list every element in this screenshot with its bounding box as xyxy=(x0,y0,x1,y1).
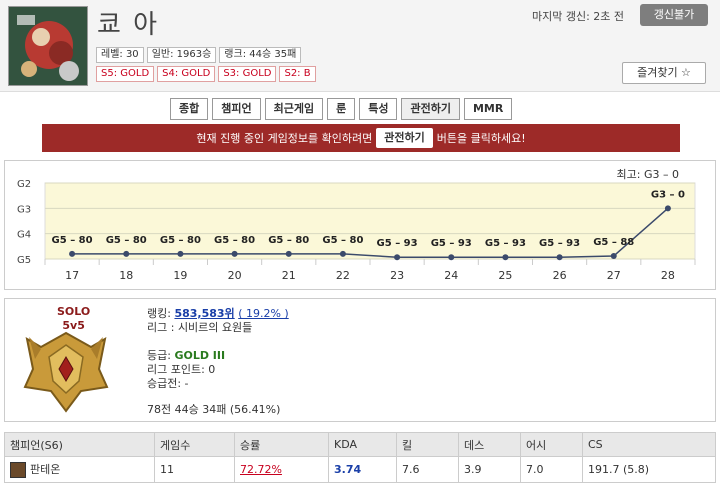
data-label: G5 – 93 xyxy=(431,238,472,249)
banner-text-before: 현재 진행 중인 게임정보를 확인하려면 xyxy=(196,132,373,145)
data-point xyxy=(123,250,130,257)
data-label: G5 – 80 xyxy=(322,235,363,246)
data-point xyxy=(394,254,401,261)
col-games[interactable]: 게임수 xyxy=(154,432,235,457)
tab-bar: 종합 챔피언 최근게임 룬 특성 관전하기 MMR xyxy=(170,98,513,120)
season-record: 78전 44승 34패 (56.41%) xyxy=(147,403,281,416)
tab-summary[interactable]: 종합 xyxy=(170,98,209,120)
x-tick-label: 23 xyxy=(390,269,404,282)
x-tick-label: 17 xyxy=(65,269,79,282)
league-name: 리그 : 시비르의 요원들 xyxy=(147,321,253,334)
x-tick-label: 20 xyxy=(228,269,242,282)
data-point xyxy=(69,250,76,257)
data-point xyxy=(285,250,292,257)
data-point xyxy=(502,254,509,261)
champion-portrait-icon xyxy=(10,462,26,478)
spectate-banner: 현재 진행 중인 게임정보를 확인하려면 관전하기 버튼을 클릭하세요! xyxy=(42,124,680,152)
x-tick-label: 25 xyxy=(498,269,512,282)
profile-avatar xyxy=(8,6,88,86)
summoner-name: 쿄 아 xyxy=(97,10,160,40)
data-label: G5 – 88 xyxy=(593,237,634,248)
tab-masteries[interactable]: 특성 xyxy=(359,98,398,120)
favorite-button[interactable]: 즐겨찾기 ☆ xyxy=(622,62,706,84)
col-kills[interactable]: 킬 xyxy=(396,432,459,457)
tab-runes[interactable]: 룬 xyxy=(327,98,356,120)
update-button[interactable]: 갱신불가 xyxy=(640,4,708,26)
cell-cs: 191.7 (5.8) xyxy=(582,456,716,483)
col-assists[interactable]: 어시 xyxy=(520,432,583,457)
cell-games: 11 xyxy=(154,456,235,483)
queue-name: SOLO xyxy=(57,305,91,318)
cell-kda: 3.74 xyxy=(328,456,397,483)
y-tick-label: G5 xyxy=(17,255,31,266)
data-label: G5 – 93 xyxy=(377,238,418,249)
x-tick-label: 21 xyxy=(282,269,296,282)
banner-text-after: 버튼을 클릭하세요! xyxy=(436,132,526,145)
cell-winrate: 72.72% xyxy=(234,456,329,483)
x-tick-label: 28 xyxy=(661,269,675,282)
cell-deaths: 3.9 xyxy=(458,456,521,483)
season-badge-s4: S4: GOLD xyxy=(157,66,216,82)
data-point xyxy=(664,205,671,212)
ranked-record-stat: 랭크: 44승 35패 xyxy=(219,47,302,63)
champion-name: 판테온 xyxy=(30,463,61,476)
table-header-row: 챔피언(S6) 게임수 승률 KDA 킬 데스 어시 CS xyxy=(4,432,716,457)
data-label: G5 – 80 xyxy=(214,235,255,246)
tab-recent-games[interactable]: 최근게임 xyxy=(264,98,324,120)
data-label: G5 – 93 xyxy=(485,238,526,249)
data-point xyxy=(610,252,617,259)
chart-title: 최고: G3 – 0 xyxy=(616,168,679,181)
col-deaths[interactable]: 데스 xyxy=(458,432,521,457)
data-point xyxy=(448,254,455,261)
profile-header: 쿄 아 레벨: 30 일반: 1963승 랭크: 44승 35패 S5: GOL… xyxy=(0,0,720,92)
table-row[interactable]: 판테온 11 72.72% 3.74 7.6 3.9 7.0 191.7 (5.… xyxy=(4,456,716,483)
col-cs[interactable]: CS xyxy=(582,432,716,457)
season-badge-s2: S2: B xyxy=(279,66,316,82)
y-tick-label: G2 xyxy=(17,179,31,190)
data-label: G5 – 80 xyxy=(160,235,201,246)
col-champion[interactable]: 챔피언(S6) xyxy=(4,432,155,457)
data-label: G5 – 80 xyxy=(268,235,309,246)
cell-champion: 판테온 xyxy=(4,456,155,483)
x-tick-label: 22 xyxy=(336,269,350,282)
tab-spectate[interactable]: 관전하기 xyxy=(401,98,460,120)
col-winrate[interactable]: 승률 xyxy=(234,432,329,457)
x-tick-label: 26 xyxy=(553,269,567,282)
data-point xyxy=(177,250,184,257)
y-tick-label: G3 xyxy=(17,204,31,215)
col-kda[interactable]: KDA xyxy=(328,432,397,457)
data-label: G5 – 80 xyxy=(52,235,93,246)
x-tick-label: 18 xyxy=(119,269,133,282)
x-tick-label: 19 xyxy=(173,269,187,282)
last-update-text: 마지막 갱신: 2초 전 xyxy=(532,10,625,23)
data-label: G5 – 80 xyxy=(106,235,147,246)
champion-stats-table: 챔피언(S6) 게임수 승률 KDA 킬 데스 어시 CS 판테온 11 72.… xyxy=(4,432,716,483)
season-badge-s3: S3: GOLD xyxy=(218,66,277,82)
promotion-status: 승급전: - xyxy=(147,377,189,390)
kda-value: 3.74 xyxy=(334,463,362,476)
data-point xyxy=(231,250,238,257)
x-tick-label: 24 xyxy=(444,269,458,282)
x-tick-label: 27 xyxy=(607,269,621,282)
solo-rank-panel: SOLO 5v5 랭킹: 583,583위 ( 19.2% ) 리그 : 시비르… xyxy=(4,298,716,422)
data-point xyxy=(339,250,346,257)
data-label: G3 – 0 xyxy=(651,189,685,200)
data-label: G5 – 93 xyxy=(539,238,580,249)
level-stat: 레벨: 30 xyxy=(96,47,144,63)
winrate-value: 72.72% xyxy=(240,463,282,476)
data-point xyxy=(556,254,563,261)
spectate-button[interactable]: 관전하기 xyxy=(376,128,433,148)
chart-canvas: G2 G3 G4 G5 17 18 19 20 21 22 23 24 25 26 27 28 G5 – 80 G… xyxy=(17,179,696,282)
y-tick-label: G4 xyxy=(17,230,31,241)
tab-champions[interactable]: 챔피언 xyxy=(212,98,261,120)
cell-kills: 7.6 xyxy=(396,456,459,483)
gold-tier-badge-icon xyxy=(21,329,111,413)
tab-mmr[interactable]: MMR xyxy=(463,98,513,120)
cell-assists: 7.0 xyxy=(520,456,583,483)
season-badge-s5: S5: GOLD xyxy=(96,66,155,82)
league-history-chart: G2 G3 G4 G5 17 18 19 20 21 22 23 24 25 26 27 28 G5 – 80 G… xyxy=(4,160,716,290)
normal-wins-stat: 일반: 1963승 xyxy=(146,47,217,63)
